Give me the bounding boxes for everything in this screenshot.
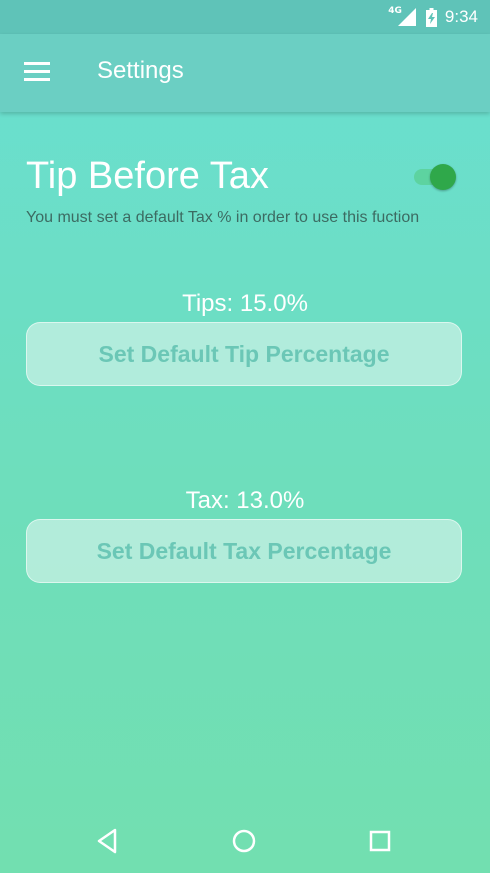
tip-before-tax-toggle[interactable] [412, 164, 458, 190]
tax-value-label: Tax: 13.0% [185, 487, 305, 514]
tip-before-tax-helper-text: You must set a default Tax % in order to… [26, 209, 420, 226]
status-icons: 4G 9:34 [388, 6, 478, 28]
set-default-tip-button[interactable]: Set Default Tip Percentage [26, 322, 462, 386]
status-bar: 4G 9:34 [0, 0, 490, 34]
tip-before-tax-title: Tip Before Tax [26, 155, 269, 197]
status-clock: 9:34 [444, 7, 478, 26]
app-bar: Settings [0, 34, 490, 112]
back-icon[interactable] [93, 826, 123, 856]
navigation-bar [0, 808, 490, 873]
tips-value-label: Tips: 15.0% [182, 290, 308, 317]
home-icon[interactable] [229, 826, 259, 856]
toggle-thumb [430, 164, 456, 190]
menu-icon[interactable] [24, 62, 50, 82]
recents-icon[interactable] [365, 826, 395, 856]
battery-charging-icon [425, 7, 437, 27]
page-title: Settings [97, 57, 184, 84]
network-type-label: 4G [388, 6, 402, 16]
set-default-tax-button[interactable]: Set Default Tax Percentage [26, 519, 462, 583]
